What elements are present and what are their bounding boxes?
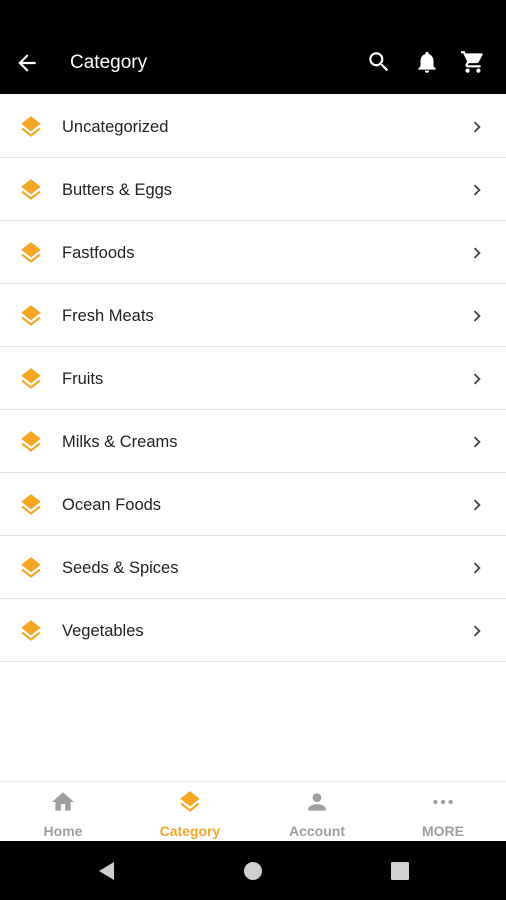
nav-label: Home xyxy=(43,823,83,839)
more-dots-icon xyxy=(430,789,456,815)
category-label: Ocean Foods xyxy=(62,496,162,514)
layers-icon xyxy=(18,555,44,581)
bell-icon[interactable] xyxy=(414,49,440,75)
category-label: Seeds & Spices xyxy=(62,559,179,577)
home-icon xyxy=(50,789,76,815)
list-item[interactable]: Fruits xyxy=(0,347,506,410)
layers-icon xyxy=(18,366,44,392)
category-label: Butters & Eggs xyxy=(62,181,173,199)
category-label: Uncategorized xyxy=(62,118,169,136)
layers-icon xyxy=(18,618,44,644)
system-recents-icon[interactable] xyxy=(389,860,411,882)
list-item[interactable]: Seeds & Spices xyxy=(0,536,506,599)
nav-label: Account xyxy=(289,823,345,839)
category-label: Fresh Meats xyxy=(62,307,154,325)
page-title: Category xyxy=(70,52,148,73)
category-label: Fruits xyxy=(62,370,104,388)
bottom-nav: Home Category Account MORE xyxy=(0,781,506,841)
chevron-right-icon xyxy=(466,115,486,137)
chevron-right-icon xyxy=(466,430,486,452)
list-item[interactable]: Vegetables xyxy=(0,599,506,662)
category-label: Fastfoods xyxy=(62,244,135,262)
layers-icon xyxy=(18,114,44,140)
nav-label: Category xyxy=(159,823,221,839)
list-item[interactable]: Fastfoods xyxy=(0,221,506,284)
list-item[interactable]: Uncategorized xyxy=(0,95,506,158)
layers-icon xyxy=(177,789,203,815)
chevron-right-icon xyxy=(466,304,486,326)
category-label: Vegetables xyxy=(62,622,144,640)
category-list: Uncategorized Butters & Eggs Fastfoods F… xyxy=(0,95,506,662)
status-bar xyxy=(0,0,506,30)
arrow-back-icon[interactable] xyxy=(14,50,40,76)
system-home-icon[interactable] xyxy=(242,860,264,882)
chevron-right-icon xyxy=(466,178,486,200)
nav-item-category[interactable]: Category xyxy=(127,782,253,842)
system-nav-bar xyxy=(0,841,506,900)
cart-icon[interactable] xyxy=(460,49,486,75)
chevron-right-icon xyxy=(466,556,486,578)
list-item[interactable]: Fresh Meats xyxy=(0,284,506,347)
list-item[interactable]: Milks & Creams xyxy=(0,410,506,473)
nav-item-more[interactable]: MORE xyxy=(380,782,506,842)
chevron-right-icon xyxy=(466,241,486,263)
layers-icon xyxy=(18,303,44,329)
system-back-icon[interactable] xyxy=(95,860,117,882)
chevron-right-icon xyxy=(466,367,486,389)
layers-icon xyxy=(18,492,44,518)
chevron-right-icon xyxy=(466,619,486,641)
chevron-right-icon xyxy=(466,493,486,515)
nav-item-home[interactable]: Home xyxy=(0,782,126,842)
layers-icon xyxy=(18,177,44,203)
nav-label: MORE xyxy=(422,823,464,839)
category-label: Milks & Creams xyxy=(62,433,178,451)
layers-icon xyxy=(18,240,44,266)
layers-icon xyxy=(18,429,44,455)
list-item[interactable]: Ocean Foods xyxy=(0,473,506,536)
list-item[interactable]: Butters & Eggs xyxy=(0,158,506,221)
nav-item-account[interactable]: Account xyxy=(254,782,380,842)
app-bar: Category xyxy=(0,30,506,94)
person-icon xyxy=(304,789,330,815)
search-icon[interactable] xyxy=(366,49,392,75)
